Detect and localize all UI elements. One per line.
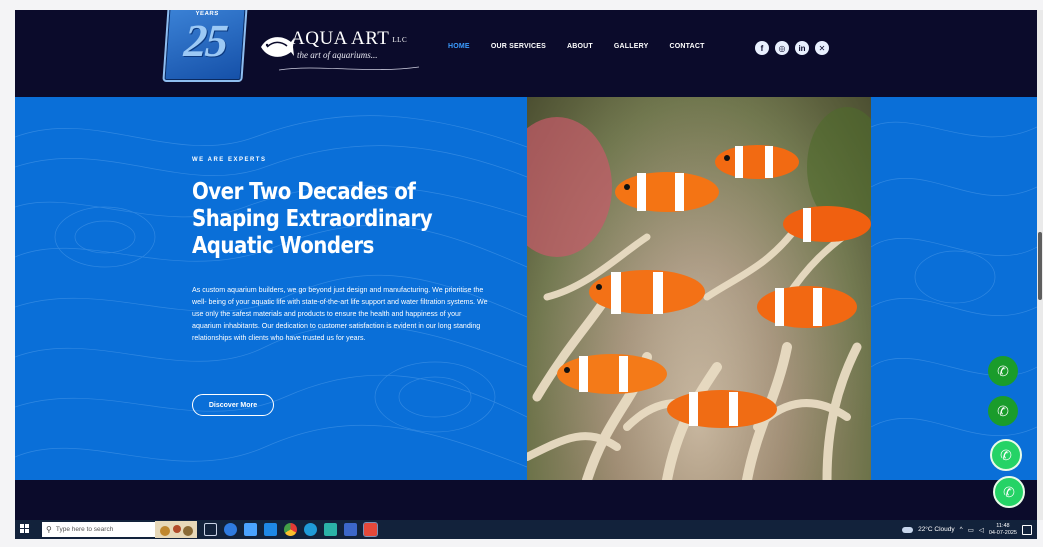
anniversary-badge: YEARS 25 <box>162 10 248 82</box>
site-logo[interactable]: AQUA ART LLC the art of aquariums... <box>259 22 419 78</box>
task-view-icon[interactable] <box>204 523 217 536</box>
phone-icon: ✆ <box>997 402 1009 419</box>
clock-date: 04-07-2025 <box>988 529 1017 536</box>
fish-logo-icon <box>261 37 294 57</box>
nav-gallery[interactable]: GALLERY <box>614 43 649 50</box>
weather-text[interactable]: 22°C Cloudy <box>918 526 955 533</box>
call-button-1[interactable]: ✆ <box>988 356 1018 386</box>
hero-headline: Over Two Decades of Shaping Extraordinar… <box>192 179 433 259</box>
windows-start-icon[interactable] <box>20 524 30 534</box>
nav-about[interactable]: ABOUT <box>567 43 593 50</box>
app-icon[interactable] <box>264 523 277 536</box>
hero-section: WE ARE EXPERTS Over Two Decades of Shapi… <box>15 97 1037 480</box>
notification-icon[interactable] <box>1022 524 1032 535</box>
linkedin-icon[interactable]: in <box>795 41 809 55</box>
logo-name-text: AQUA ART <box>291 28 390 49</box>
taskbar-search-box[interactable]: ⚲ Type here to search <box>42 522 168 537</box>
logo-suffix: LLC <box>392 35 408 44</box>
facebook-icon[interactable]: f <box>755 41 769 55</box>
main-nav: HOME OUR SERVICES ABOUT GALLERY CONTACT <box>448 43 726 50</box>
nav-our-services[interactable]: OUR SERVICES <box>491 43 546 50</box>
search-icon: ⚲ <box>46 525 52 534</box>
call-button-2[interactable]: ✆ <box>988 396 1018 426</box>
app-icon[interactable] <box>344 523 357 536</box>
clownfish-illustration <box>527 97 871 480</box>
scrollbar-thumb[interactable] <box>1038 232 1042 300</box>
chevron-up-icon[interactable]: ^ <box>960 526 963 533</box>
app-icon[interactable] <box>244 523 257 536</box>
taskbar-search-placeholder: Type here to search <box>55 526 114 533</box>
whatsapp-button-1[interactable]: ✆ <box>990 439 1022 471</box>
nav-contact[interactable]: CONTACT <box>669 43 704 50</box>
logo-swoosh <box>279 66 419 71</box>
cloud-icon <box>902 526 914 533</box>
logo-tagline: the art of aquariums... <box>297 50 378 60</box>
app-icon[interactable] <box>324 523 337 536</box>
app-icon[interactable] <box>363 522 378 537</box>
hero-body: As custom aquarium builders, we go beyon… <box>192 286 488 343</box>
nav-home[interactable]: HOME <box>448 43 470 50</box>
edge-icon[interactable] <box>304 523 317 536</box>
chrome-icon[interactable] <box>284 523 297 536</box>
instagram-icon[interactable]: ◎ <box>775 41 789 55</box>
clock[interactable]: 11:48 04-07-2025 <box>989 523 1017 537</box>
clownfish-photo <box>527 97 871 480</box>
whatsapp-icon: ✆ <box>1003 483 1015 500</box>
discover-more-button[interactable]: Discover More <box>192 394 274 416</box>
topographic-pattern <box>15 115 1037 468</box>
whatsapp-button-2[interactable]: ✆ <box>993 476 1025 508</box>
page-scrollbar[interactable] <box>1037 10 1043 520</box>
hero-eyebrow: WE ARE EXPERTS <box>192 157 267 163</box>
app-icon[interactable] <box>224 523 237 536</box>
windows-taskbar: ⚲ Type here to search 22°C Cloudy ^ ▭ ◁ … <box>15 520 1037 539</box>
search-highlight-art <box>155 521 197 538</box>
logo-name: AQUA ART LLC <box>291 28 407 50</box>
network-icon[interactable]: ▭ <box>968 526 974 534</box>
whatsapp-icon: ✆ <box>1000 446 1012 463</box>
phone-icon: ✆ <box>997 362 1009 379</box>
system-tray: 22°C Cloudy ^ ▭ ◁ 11:48 04-07-2025 <box>902 522 1032 537</box>
site-header: YEARS 25 AQUA ART LLC the art of aquarium… <box>15 10 1037 97</box>
social-links: f ◎ in ✕ <box>755 41 829 55</box>
volume-icon[interactable]: ◁ <box>979 526 984 534</box>
clock-time: 11:48 <box>996 522 1010 529</box>
badge-number: 25 <box>182 15 229 66</box>
browser-viewport: YEARS 25 AQUA ART LLC the art of aquarium… <box>15 10 1037 520</box>
x-icon[interactable]: ✕ <box>815 41 829 55</box>
taskbar-pinned-apps <box>204 522 378 537</box>
